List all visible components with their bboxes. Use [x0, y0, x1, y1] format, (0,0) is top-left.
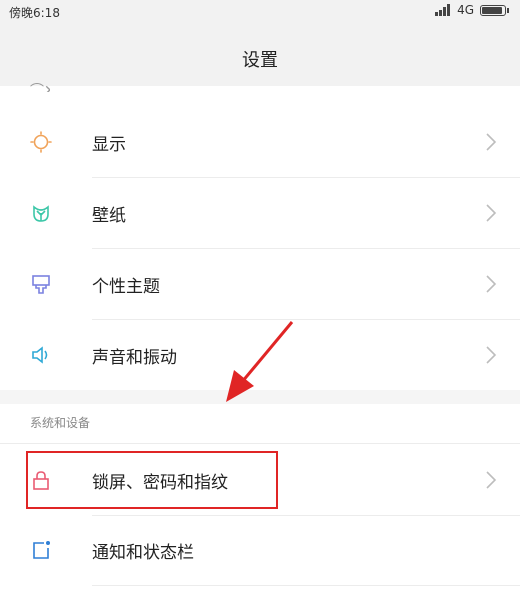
signal-icon	[435, 4, 451, 16]
divider	[0, 443, 520, 444]
title-bar: 设置	[0, 24, 520, 86]
chevron-right-icon	[486, 275, 497, 293]
settings-item-label: 锁屏、密码和指纹	[92, 473, 228, 493]
section-header: 系统和设备	[30, 416, 91, 430]
page-title: 设置	[242, 50, 278, 71]
settings-item-label: 通知和状态栏	[92, 543, 194, 563]
status-time: 傍晚6:18	[9, 6, 60, 20]
chevron-right-icon	[486, 346, 497, 364]
settings-item-lock-screen[interactable]: 锁屏、密码和指纹	[0, 445, 520, 515]
battery-icon	[480, 4, 509, 16]
status-bar: 傍晚6:18 4G	[0, 0, 520, 24]
sun-icon	[30, 131, 52, 153]
divider	[92, 585, 520, 586]
lock-icon	[33, 471, 49, 490]
network-type: 4G	[457, 3, 474, 17]
settings-item-wallpaper[interactable]: 壁纸	[0, 178, 520, 248]
settings-item-label: 声音和振动	[92, 348, 177, 368]
settings-item-label: 个性主题	[92, 277, 160, 297]
notification-icon	[33, 541, 50, 559]
settings-item-label: 壁纸	[92, 206, 126, 226]
speaker-icon	[32, 346, 48, 364]
status-icons: 4G	[435, 3, 509, 17]
settings-item-theme[interactable]: 个性主题	[0, 249, 520, 319]
chevron-right-icon	[486, 204, 497, 222]
chevron-right-icon	[486, 471, 497, 489]
theme-icon	[32, 275, 50, 294]
wallpaper-icon	[33, 205, 49, 222]
section-gap	[0, 390, 520, 404]
settings-item-sound[interactable]: 声音和振动	[0, 320, 520, 390]
settings-item-notifications[interactable]: 通知和状态栏	[0, 515, 520, 585]
settings-item-display[interactable]: 显示	[0, 107, 520, 177]
settings-item-label: 显示	[92, 135, 126, 155]
partial-item-above: ⌒✕	[30, 83, 50, 92]
chevron-right-icon	[486, 133, 497, 151]
